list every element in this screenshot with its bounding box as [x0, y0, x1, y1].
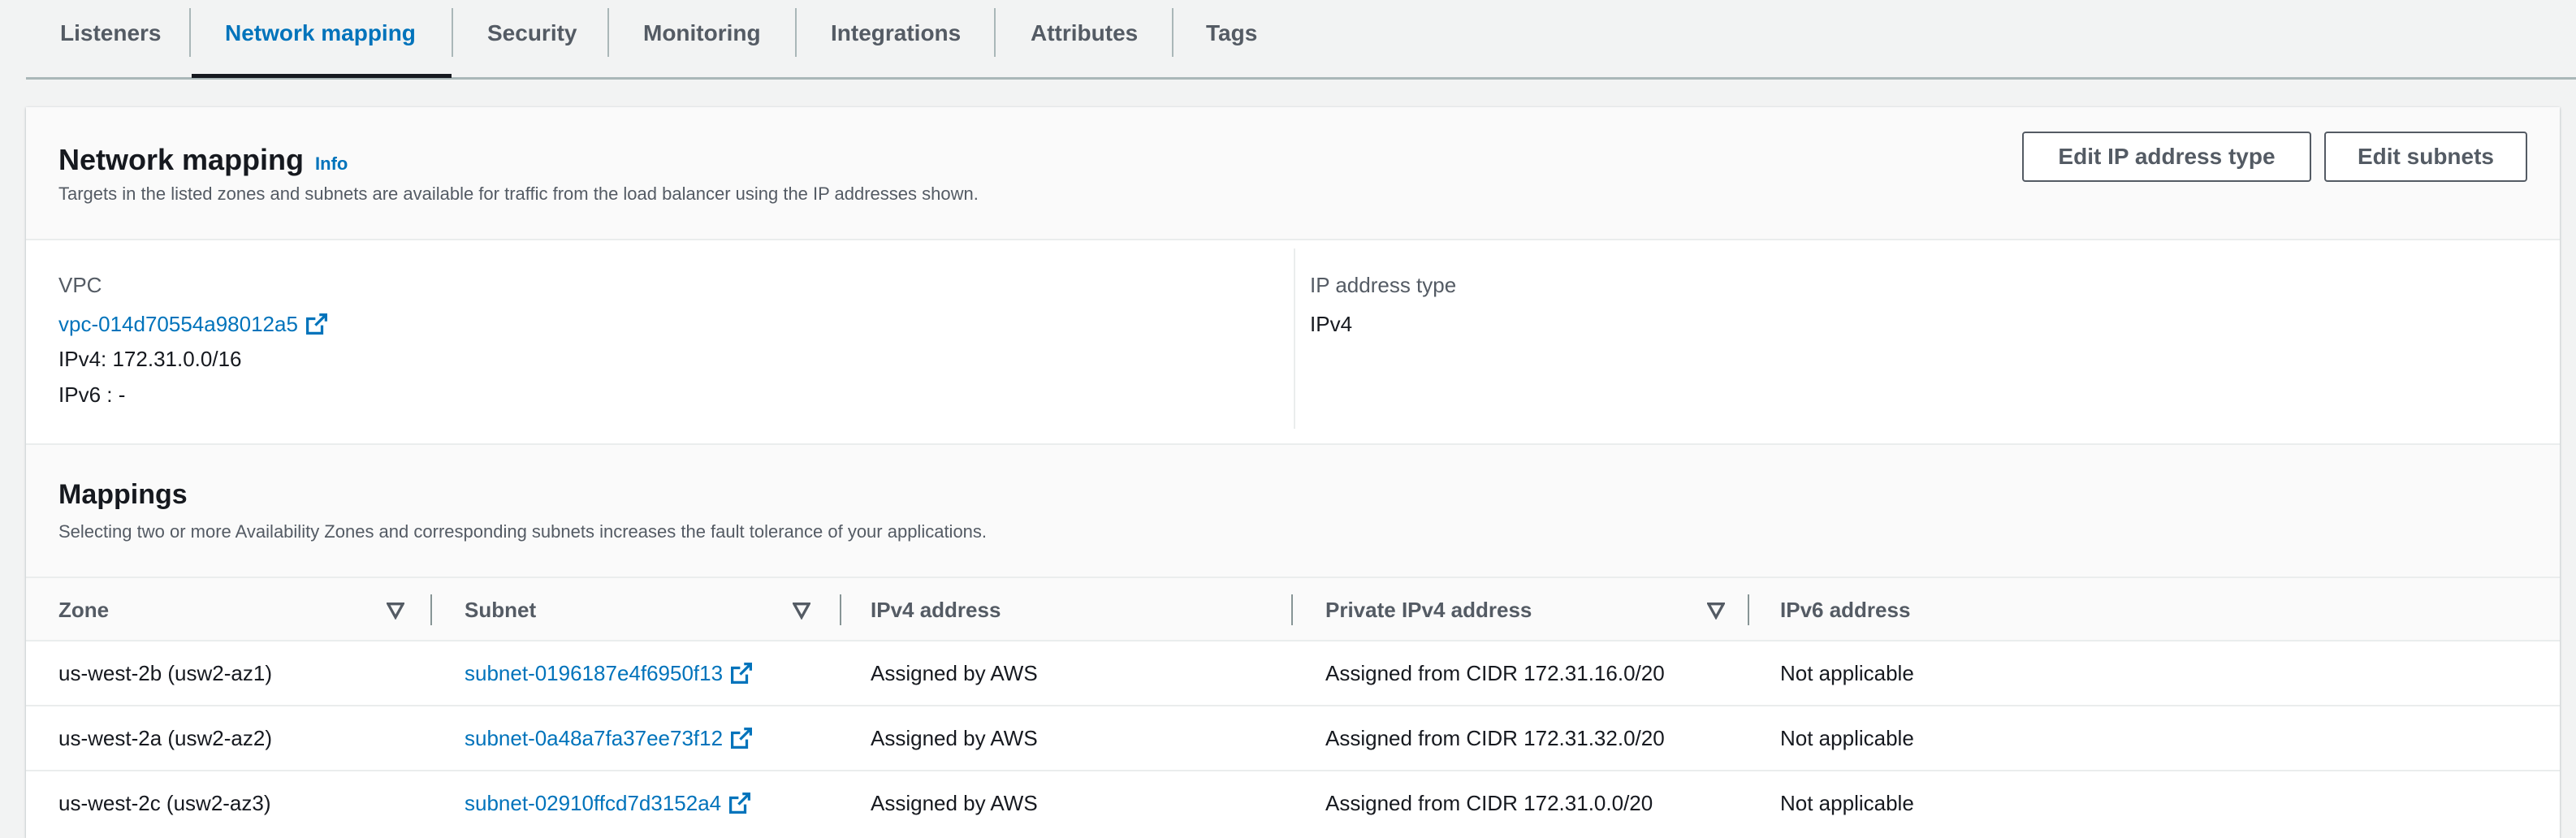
ipv6-cell: Not applicable — [1780, 726, 1914, 750]
edit-ip-address-type-button[interactable]: Edit IP address type — [2022, 132, 2311, 182]
private-ipv4-cell: Assigned from CIDR 172.31.32.0/20 — [1325, 726, 1665, 750]
external-link-icon — [731, 728, 753, 749]
tab-security[interactable]: Security — [487, 15, 577, 52]
panel-description: Targets in the listed zones and subnets … — [58, 184, 979, 204]
ip-address-type-value: IPv4 — [1310, 312, 1353, 336]
mappings-table-header: Zone Subnet IPv4 address Private IPv4 ad… — [26, 578, 2560, 641]
ipv4-cell: Assigned by AWS — [871, 726, 1038, 750]
zone-cell: us-west-2b (usw2-az1) — [58, 661, 272, 685]
vpc-details: VPC vpc-014d70554a98012a5 IPv4: 172.31.0… — [26, 240, 2560, 445]
ipv4-cell: Assigned by AWS — [871, 661, 1038, 685]
tab-monitoring[interactable]: Monitoring — [643, 15, 761, 52]
mappings-title: Mappings — [58, 479, 188, 510]
tab-listeners[interactable]: Listeners — [60, 15, 162, 52]
table-row: us-west-2a (usw2-az2) subnet-0a48a7fa37e… — [26, 705, 2560, 770]
external-link-icon — [731, 663, 753, 684]
table-row: us-west-2c (usw2-az3) subnet-02910ffcd7d… — [26, 770, 2560, 835]
subnet-id: subnet-02910ffcd7d3152a4 — [465, 791, 722, 815]
column-separator[interactable] — [1748, 594, 1749, 625]
column-header-zone[interactable]: Zone — [58, 578, 109, 641]
tab-divider — [607, 8, 609, 57]
vpc-id: vpc-014d70554a98012a5 — [58, 312, 298, 336]
sort-icon[interactable] — [1707, 600, 1725, 620]
column-header-private-ipv4[interactable]: Private IPv4 address — [1325, 578, 1532, 641]
tab-divider — [452, 8, 453, 57]
tab-integrations[interactable]: Integrations — [831, 15, 961, 52]
page-title: Network mapping Info — [58, 143, 348, 177]
tab-network-mapping[interactable]: Network mapping — [225, 15, 416, 52]
tab-attributes[interactable]: Attributes — [1031, 15, 1138, 52]
zone-cell: us-west-2c (usw2-az3) — [58, 791, 271, 815]
column-separator[interactable] — [840, 594, 841, 625]
vpc-ipv6: IPv6 : - — [58, 382, 126, 407]
panel-header: Network mapping Info Targets in the liste… — [26, 107, 2560, 240]
vpc-ipv4: IPv4: 172.31.0.0/16 — [58, 347, 242, 371]
column-separator[interactable] — [430, 594, 432, 625]
ip-address-type-label: IP address type — [1310, 273, 1457, 297]
tab-divider — [189, 8, 191, 57]
subnet-link[interactable]: subnet-0a48a7fa37ee73f12 — [465, 706, 753, 770]
title-text: Network mapping — [58, 143, 305, 176]
network-mapping-panel: Network mapping Info Targets in the liste… — [26, 107, 2560, 838]
table-row: us-west-2b (usw2-az1) subnet-0196187e4f6… — [26, 640, 2560, 705]
edit-subnets-button[interactable]: Edit subnets — [2324, 132, 2527, 182]
mappings-description: Selecting two or more Availability Zones… — [58, 521, 988, 542]
vpc-label: VPC — [58, 273, 102, 297]
column-header-ipv4: IPv4 address — [871, 598, 1001, 622]
column-header-subnet[interactable]: Subnet — [465, 578, 536, 641]
sort-icon[interactable] — [387, 600, 404, 620]
external-link-icon — [305, 313, 327, 335]
tab-divider — [795, 8, 797, 57]
mappings-header: Mappings Selecting two or more Availabil… — [26, 445, 2560, 578]
tab-divider — [1172, 8, 1173, 57]
private-ipv4-cell: Assigned from CIDR 172.31.16.0/20 — [1325, 661, 1665, 685]
subnet-id: subnet-0a48a7fa37ee73f12 — [465, 726, 724, 750]
tab-tags[interactable]: Tags — [1206, 15, 1257, 52]
column-divider — [1294, 248, 1295, 429]
column-header-ipv6: IPv6 address — [1780, 598, 1911, 622]
zone-cell: us-west-2a (usw2-az2) — [58, 726, 272, 750]
active-tab-indicator — [192, 74, 452, 78]
ipv4-cell: Assigned by AWS — [871, 791, 1038, 815]
ipv6-cell: Not applicable — [1780, 791, 1914, 815]
private-ipv4-cell: Assigned from CIDR 172.31.0.0/20 — [1325, 791, 1653, 815]
external-link-icon — [729, 793, 751, 814]
subnet-link[interactable]: subnet-0196187e4f6950f13 — [465, 641, 753, 705]
subnet-link[interactable]: subnet-02910ffcd7d3152a4 — [465, 771, 751, 835]
column-separator[interactable] — [1291, 594, 1293, 625]
vpc-link[interactable]: vpc-014d70554a98012a5 — [58, 312, 327, 337]
subnet-id: subnet-0196187e4f6950f13 — [465, 661, 724, 685]
tab-divider — [994, 8, 996, 57]
ipv6-cell: Not applicable — [1780, 661, 1914, 685]
sort-icon[interactable] — [793, 600, 810, 620]
info-link[interactable]: Info — [315, 153, 348, 174]
